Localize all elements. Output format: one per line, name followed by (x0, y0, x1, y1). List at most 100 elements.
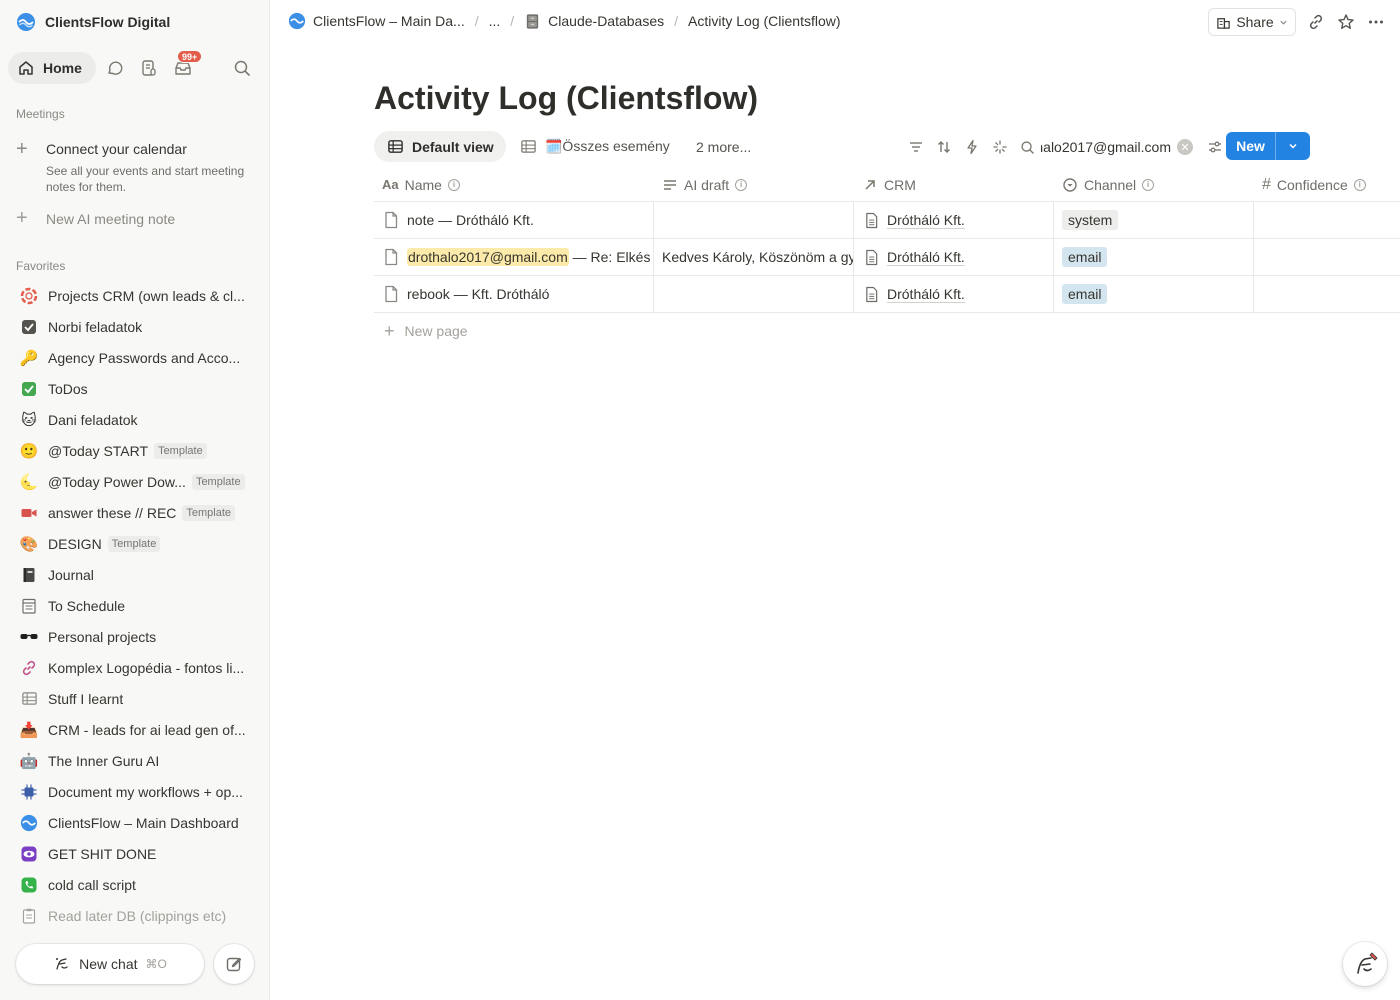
info-icon[interactable]: i (735, 178, 748, 191)
clear-search-icon[interactable]: ✕ (1177, 139, 1193, 155)
info-icon[interactable]: i (1353, 178, 1366, 191)
settings-sliders-icon[interactable] (1207, 139, 1223, 155)
sidebar-favorite-item[interactable]: ToDos (8, 373, 262, 404)
link-icon[interactable] (1306, 12, 1326, 32)
sidebar-favorite-item[interactable]: cold call script (8, 869, 262, 900)
breadcrumb-separator: / (510, 13, 515, 29)
home-button[interactable]: Home (8, 52, 96, 84)
table-row[interactable]: rebook — Kft. Drótháló Drótháló Kft. email (374, 276, 1400, 313)
column-header-ai-draft[interactable]: AI draft i (654, 167, 854, 202)
cell-crm[interactable]: Drótháló Kft. (854, 276, 1054, 312)
workspace-switcher[interactable]: ClientsFlow Digital (16, 11, 170, 33)
column-header-label: CRM (884, 176, 916, 193)
chat-bubble-icon[interactable] (105, 58, 125, 78)
sidebar-favorite-item[interactable]: ClientsFlow – Main Dashboard (8, 807, 262, 838)
breadcrumb-label: ... (488, 13, 501, 29)
share-button[interactable]: Share (1208, 8, 1296, 36)
cell-channel[interactable]: email (1054, 239, 1254, 275)
sidebar-favorite-item[interactable]: 🌜 @Today Power Dow... Template (8, 466, 262, 497)
automation-bolt-icon[interactable] (962, 137, 982, 157)
ai-sparkle-icon[interactable] (990, 137, 1010, 157)
tab-default-view[interactable]: Default view (374, 131, 506, 162)
sidebar-favorite-item[interactable]: Journal (8, 559, 262, 590)
column-header-name[interactable]: Aa Name i (374, 167, 654, 202)
sidebar-favorite-item[interactable]: GET SHIT DONE (8, 838, 262, 869)
more-options-icon[interactable] (1366, 12, 1386, 32)
crm-relation-link[interactable]: Drótháló Kft. (887, 286, 965, 302)
cell-name[interactable]: drothalo2017@gmail.com — Re: Elkés (374, 239, 654, 275)
cell-channel[interactable]: email (1054, 276, 1254, 312)
sidebar-favorite-item[interactable]: Document my workflows + op... (8, 776, 262, 807)
sidebar-favorite-item[interactable]: Komplex Logopédia - fontos li... (8, 652, 262, 683)
star-icon[interactable] (1336, 12, 1356, 32)
cell-ai-draft[interactable] (654, 202, 854, 238)
sidebar-favorite-item[interactable]: 🐱 Dani feladatok (8, 404, 262, 435)
cell-name[interactable]: note — Drótháló Kft. (374, 202, 654, 238)
sidebar-favorite-label: CRM - leads for ai lead gen of... (48, 721, 246, 738)
database-table: Aa Name i AI draft i CRM Channel i # Con… (374, 167, 1400, 349)
cell-crm[interactable]: Drótháló Kft. (854, 202, 1054, 238)
breadcrumb-item-current[interactable]: Activity Log (Clientsflow) (688, 13, 841, 29)
sidebar-favorite-item[interactable]: Norbi feladatok (8, 311, 262, 342)
search-input[interactable] (1041, 139, 1171, 155)
text-aa-icon: Aa (382, 177, 399, 192)
sidebar-favorite-item[interactable]: 🔑 Agency Passwords and Acco... (8, 342, 262, 373)
plus-icon: + (384, 320, 395, 341)
sidebar-favorite-item[interactable]: 🤖 The Inner Guru AI (8, 745, 262, 776)
info-icon[interactable]: i (1142, 178, 1155, 191)
breadcrumb-item-ellipsis[interactable]: ... (489, 13, 501, 29)
cell-channel[interactable]: system (1054, 202, 1254, 238)
new-page-label: New page (404, 323, 468, 339)
crm-relation-link[interactable]: Drótháló Kft. (887, 249, 965, 265)
column-header-confidence[interactable]: # Confidence i (1254, 167, 1400, 202)
cell-confidence[interactable] (1254, 202, 1400, 238)
info-icon[interactable]: i (447, 178, 460, 191)
sidebar-favorite-item[interactable]: 🙂 @Today START Template (8, 435, 262, 466)
crm-relation-link[interactable]: Drótháló Kft. (887, 212, 965, 228)
sidebar-favorite-item[interactable]: answer these // REC Template (8, 497, 262, 528)
breadcrumb-item-claude-databases[interactable]: Claude-Databases (524, 13, 664, 30)
sidebar-favorite-item[interactable]: To Schedule (8, 590, 262, 621)
sidebar-favorite-item[interactable]: Read later DB (clippings etc) (8, 900, 262, 931)
sidebar-favorite-item[interactable]: 🎨 DESIGN Template (8, 528, 262, 559)
key-icon: 🔑 (19, 349, 39, 367)
meeting-notes-icon[interactable] (139, 58, 159, 78)
new-record-button[interactable]: New (1226, 132, 1310, 160)
cell-confidence[interactable] (1254, 276, 1400, 312)
table-row[interactable]: note — Drótháló Kft. Drótháló Kft. system (374, 202, 1400, 239)
search-icon[interactable] (232, 58, 252, 78)
sidebar-favorite-item[interactable]: 📥 CRM - leads for ai lead gen of... (8, 714, 262, 745)
ai-draft-text: Kedves Károly, Köszönöm a gy (662, 249, 854, 265)
link-icon (18, 657, 40, 679)
more-views-button[interactable]: 2 more... (696, 131, 751, 162)
sidebar-favorite-label: The Inner Guru AI (48, 752, 160, 769)
filter-icon[interactable] (906, 137, 926, 157)
chevron-down-icon[interactable] (1276, 132, 1310, 160)
top-bar: ClientsFlow – Main Da... / ... / Claude-… (270, 0, 1400, 44)
sidebar-top-nav: Home 99+ (8, 50, 262, 84)
phone-icon (18, 874, 40, 896)
cell-ai-draft[interactable] (654, 276, 854, 312)
search-icon (1021, 140, 1034, 154)
sidebar-favorite-item[interactable]: Projects CRM (own leads & cl... (8, 280, 262, 311)
breadcrumb-item-dashboard[interactable]: ClientsFlow – Main Da... (288, 12, 465, 30)
sidebar-favorite-item[interactable]: Stuff I learnt (8, 683, 262, 714)
column-header-channel[interactable]: Channel i (1054, 167, 1254, 202)
cell-name[interactable]: rebook — Kft. Drótháló (374, 276, 654, 312)
compose-icon[interactable] (214, 944, 254, 984)
new-button-label[interactable]: New (1226, 132, 1276, 160)
sort-icon[interactable] (934, 137, 954, 157)
view-toolbar: Default view 🗓️Összes esemény 2 more... … (374, 131, 1400, 163)
sidebar-favorite-item[interactable]: Personal projects (8, 621, 262, 652)
table-row[interactable]: drothalo2017@gmail.com — Re: Elkés Kedves… (374, 239, 1400, 276)
column-header-crm[interactable]: CRM (854, 167, 1054, 202)
breadcrumb: ClientsFlow – Main Da... / ... / Claude-… (288, 12, 841, 30)
new-chat-button[interactable]: New chat ⌘O (16, 944, 204, 984)
ai-assistant-button[interactable] (1343, 942, 1387, 986)
tab-osszes-esemeny[interactable]: 🗓️Összes esemény (520, 131, 670, 162)
cell-ai-draft[interactable]: Kedves Károly, Köszönöm a gy (654, 239, 854, 275)
page-title[interactable]: Activity Log (Clientsflow) (374, 80, 758, 117)
cell-confidence[interactable] (1254, 239, 1400, 275)
cell-crm[interactable]: Drótháló Kft. (854, 239, 1054, 275)
new-page-button[interactable]: + New page (374, 313, 1400, 349)
